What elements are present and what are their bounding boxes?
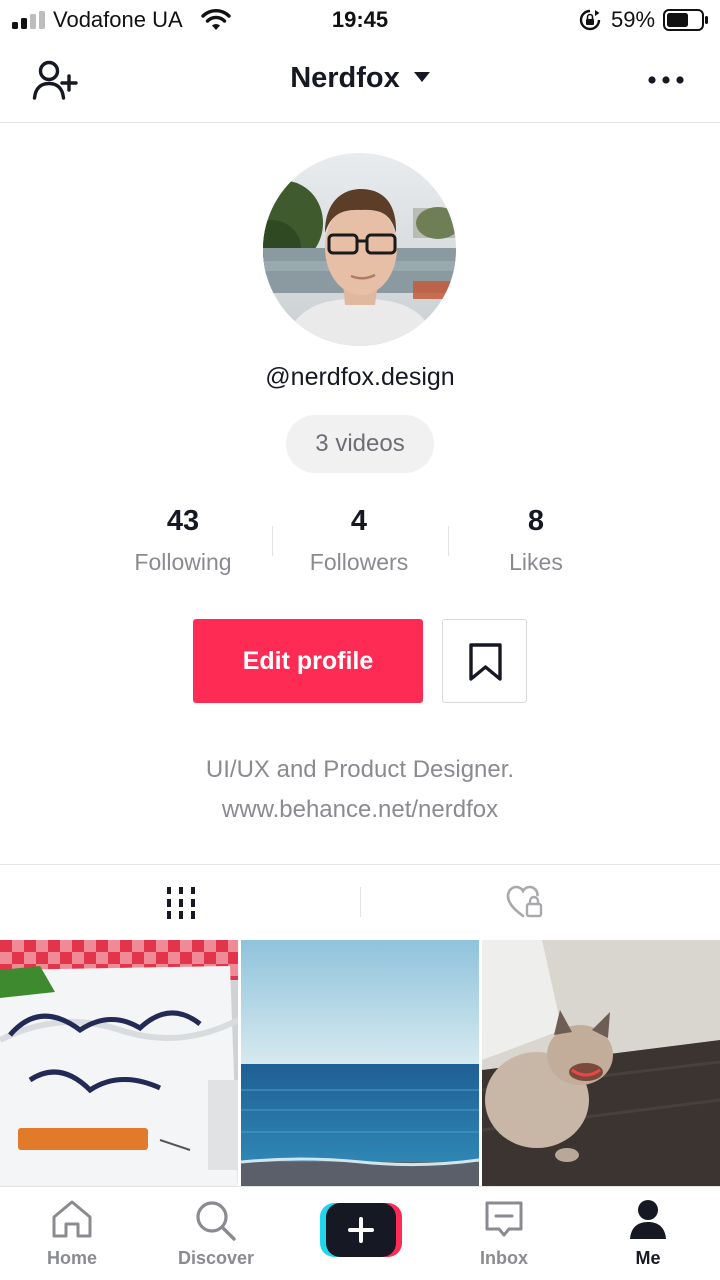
account-switcher-button[interactable]: Nerdfox bbox=[290, 62, 430, 94]
more-options-icon[interactable] bbox=[646, 70, 686, 90]
battery-percentage: 59% bbox=[611, 7, 656, 32]
battery-icon bbox=[663, 9, 708, 31]
stat-value: 43 bbox=[166, 505, 200, 537]
caret-down-icon bbox=[413, 72, 430, 82]
stat-followers[interactable]: 4 Followers bbox=[269, 503, 449, 577]
nav-discover[interactable]: Discover bbox=[144, 1187, 288, 1280]
nav-me[interactable]: Me bbox=[576, 1187, 720, 1280]
account-switcher: Nerdfox bbox=[0, 62, 720, 95]
nav-label: Home bbox=[46, 1248, 97, 1268]
edit-profile-button[interactable]: Edit profile bbox=[193, 619, 423, 703]
profile-avatar[interactable] bbox=[263, 153, 456, 346]
stat-likes[interactable]: 8 Likes bbox=[446, 503, 626, 577]
nav-label: Me bbox=[635, 1248, 661, 1268]
bottom-navigation: Home Discover Inbox Me bbox=[0, 1186, 720, 1280]
profile-header: Nerdfox bbox=[0, 40, 720, 123]
search-icon bbox=[196, 1201, 236, 1241]
stat-value: 4 bbox=[350, 505, 368, 537]
nav-inbox[interactable]: Inbox bbox=[432, 1187, 576, 1280]
video-thumbnail[interactable] bbox=[241, 940, 479, 1186]
stat-label: Followers bbox=[309, 549, 409, 575]
home-icon bbox=[52, 1200, 92, 1238]
tab-videos[interactable] bbox=[0, 865, 360, 941]
tab-liked[interactable] bbox=[360, 865, 720, 941]
create-video-button[interactable] bbox=[320, 1203, 402, 1257]
nav-label: Inbox bbox=[480, 1248, 528, 1268]
create-plus-icon bbox=[320, 1203, 402, 1257]
favorites-button[interactable] bbox=[442, 619, 527, 703]
liked-private-icon bbox=[506, 885, 543, 918]
video-grid bbox=[0, 940, 720, 1186]
username: @nerdfox.design bbox=[265, 363, 455, 391]
stat-value: 8 bbox=[527, 505, 545, 537]
bio-text: UI/UX and Product Designer. bbox=[205, 756, 515, 783]
profile-bio: UI/UX and Product Designer. www.behance.… bbox=[0, 750, 720, 830]
video-thumbnail[interactable] bbox=[482, 940, 720, 1186]
nav-label: Discover bbox=[177, 1248, 255, 1268]
bio-link[interactable]: www.behance.net/nerdfox bbox=[0, 790, 720, 830]
content-tabs bbox=[0, 864, 720, 940]
bookmark-icon bbox=[469, 643, 502, 681]
status-bar: Vodafone UA 19:45 59% bbox=[0, 0, 720, 40]
inbox-icon bbox=[485, 1201, 523, 1237]
videos-count-badge: 3 videos bbox=[286, 415, 434, 473]
stat-label: Likes bbox=[509, 549, 563, 575]
stat-following[interactable]: 43 Following bbox=[93, 503, 273, 577]
rotation-lock-icon bbox=[579, 9, 601, 31]
nav-home[interactable]: Home bbox=[0, 1187, 144, 1280]
account-name: Nerdfox bbox=[290, 62, 400, 94]
video-thumbnail[interactable] bbox=[0, 940, 238, 1186]
profile-icon bbox=[630, 1200, 666, 1239]
stat-label: Following bbox=[134, 549, 232, 575]
grid-icon bbox=[167, 887, 195, 919]
